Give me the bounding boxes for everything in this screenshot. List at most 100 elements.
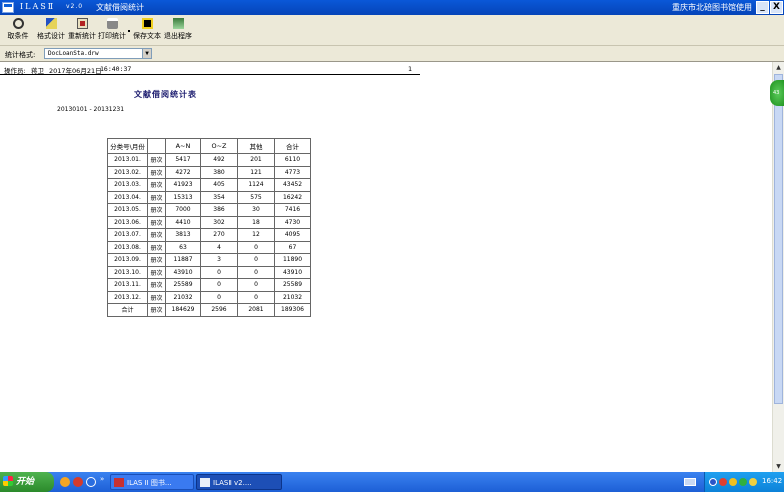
operator-label: 操作员: [4,67,26,75]
title-bar: ILASⅡ v2.0 文献借阅统计 重庆市北碚图书馆使用 _ X [0,0,784,15]
format-label: 统计格式: [5,51,36,59]
get-condition-button[interactable]: 取条件 [4,18,32,44]
operator-line: 操作员: 蒋卫 2017年06月21日 16:40:37 1 [0,64,420,75]
table-cell: 4410 [165,215,201,229]
table-row: 2013.12. 册次 21032 0 0 21032 [107,290,311,304]
app-window-icon[interactable] [2,2,14,13]
table-cell: 386 [200,203,238,217]
table-cell: 30 [237,203,275,217]
table-cell: 184629 [165,303,201,317]
table-cell: 4730 [274,215,311,229]
network-icon[interactable] [709,478,717,486]
stats-table-body: 2013.01. 册次 5417 492 201 6110 2013.02. 册次 4272 38… [107,153,311,317]
quicklaunch-app-icon[interactable] [60,477,70,487]
antivirus-icon[interactable] [739,478,747,486]
report-date-range: 20130101 - 20131231 [57,106,125,113]
table-cell: 2013.04. [107,190,148,204]
table-cell: 册次 [147,178,166,192]
app-icon [114,478,124,487]
chevron-down-icon[interactable]: ▼ [142,49,151,58]
browser-icon[interactable] [86,477,96,487]
table-row: 2013.09. 册次 11887 3 0 11890 [107,253,311,267]
table-cell: 43910 [165,265,201,279]
table-cell: 2013.01. [107,153,148,167]
table-cell: 0 [237,290,275,304]
table-row: 2013.07. 册次 3813 270 12 4095 [107,228,311,242]
save-text-label: 保存文本 [133,32,161,40]
binoculars-icon [12,18,24,29]
table-cell: 3813 [165,228,201,242]
library-name: 重庆市北碚图书馆使用 [672,3,752,12]
scroll-up-icon[interactable]: ▲ [773,62,784,73]
quicklaunch-app-icon[interactable] [73,477,83,487]
table-cell: 492 [200,153,238,167]
start-label: 开始 [16,477,35,487]
table-cell: 6110 [274,153,311,167]
table-cell: 25589 [165,278,201,292]
table-row: 2013.01. 册次 5417 492 201 6110 [107,153,311,167]
print-button[interactable]: 打印统计 [97,18,127,44]
header-cell: O~Z [200,138,238,154]
minimize-button[interactable]: _ [756,1,769,14]
table-cell: 21032 [165,290,201,304]
table-cell: 2013.10. [107,265,148,279]
print-label: 打印统计 [98,32,126,40]
security-icon[interactable] [719,478,727,486]
table-cell: 册次 [147,253,166,267]
floating-assistant-bubble[interactable]: 43 [770,80,784,106]
save-icon [141,18,153,29]
table-cell: 0 [200,278,238,292]
format-design-button[interactable]: 格式设计 [36,18,66,44]
quicklaunch-more[interactable]: » [100,475,104,483]
table-cell: 7416 [274,203,311,217]
scroll-thumb[interactable] [774,74,783,404]
table-cell: 12 [237,228,275,242]
table-cell: 15313 [165,190,201,204]
format-design-label: 格式设计 [37,32,65,40]
table-cell: 2013.12. [107,290,148,304]
table-cell: 201 [237,153,275,167]
table-cell: 405 [200,178,238,192]
stats-table: 分类号\月份 A~N O~Z 其他 合计 2013.01. 册次 5417 492 20… [107,138,311,317]
taskbar-item-label: ILASⅡ v2.... [213,479,252,487]
start-button[interactable]: 开始 [0,472,54,492]
table-cell: 册次 [147,190,166,204]
format-select-value: DocLoanSta.drw [48,50,99,57]
refresh-icon [76,18,88,29]
language-bar-icon[interactable] [684,478,696,486]
table-row: 2013.11. 册次 25589 0 0 25589 [107,278,311,292]
table-row: 2013.03. 册次 41923 405 1124 43452 [107,178,311,192]
taskbar-item-books[interactable]: ILAS II 图书... [110,474,194,490]
vertical-scrollbar[interactable]: ▲ ▼ [772,62,784,472]
table-cell: 354 [200,190,238,204]
table-cell: 0 [200,290,238,304]
exit-button[interactable]: 退出程序 [163,18,193,44]
table-cell: 25589 [274,278,311,292]
recalculate-button[interactable]: 重新统计 [67,18,97,44]
table-row: 2013.06. 册次 4410 302 18 4730 [107,215,311,229]
table-cell: 2013.11. [107,278,148,292]
header-cell [147,138,166,154]
toolbar: 取条件 格式设计 重新统计 打印统计 保存文本 退出程序 [0,15,784,46]
table-cell: 册次 [147,290,166,304]
app-version: v2.0 [66,3,84,10]
update-icon[interactable] [749,478,757,486]
table-cell: 11887 [165,253,201,267]
table-cell: 2013.02. [107,165,148,179]
table-cell: 2596 [200,303,238,317]
header-cell: 合计 [274,138,311,154]
scroll-down-icon[interactable]: ▼ [773,461,784,472]
table-row: 2013.08. 册次 63 4 0 67 [107,240,311,254]
table-cell: 21032 [274,290,311,304]
format-select[interactable]: DocLoanSta.drw ▼ [44,48,152,59]
taskbar-item-ilas[interactable]: ILASⅡ v2.... [196,474,282,490]
table-cell: 册次 [147,265,166,279]
printer-icon [106,18,118,29]
total-row: 合计 册次 184629 2596 2081 189306 [107,303,311,317]
table-row: 2013.05. 册次 7000 386 30 7416 [107,203,311,217]
close-button[interactable]: X [770,1,783,14]
save-text-button[interactable]: 保存文本 [132,18,162,44]
volume-icon[interactable] [729,478,737,486]
table-cell: 册次 [147,228,166,242]
table-row: 2013.04. 册次 15313 354 575 16242 [107,190,311,204]
